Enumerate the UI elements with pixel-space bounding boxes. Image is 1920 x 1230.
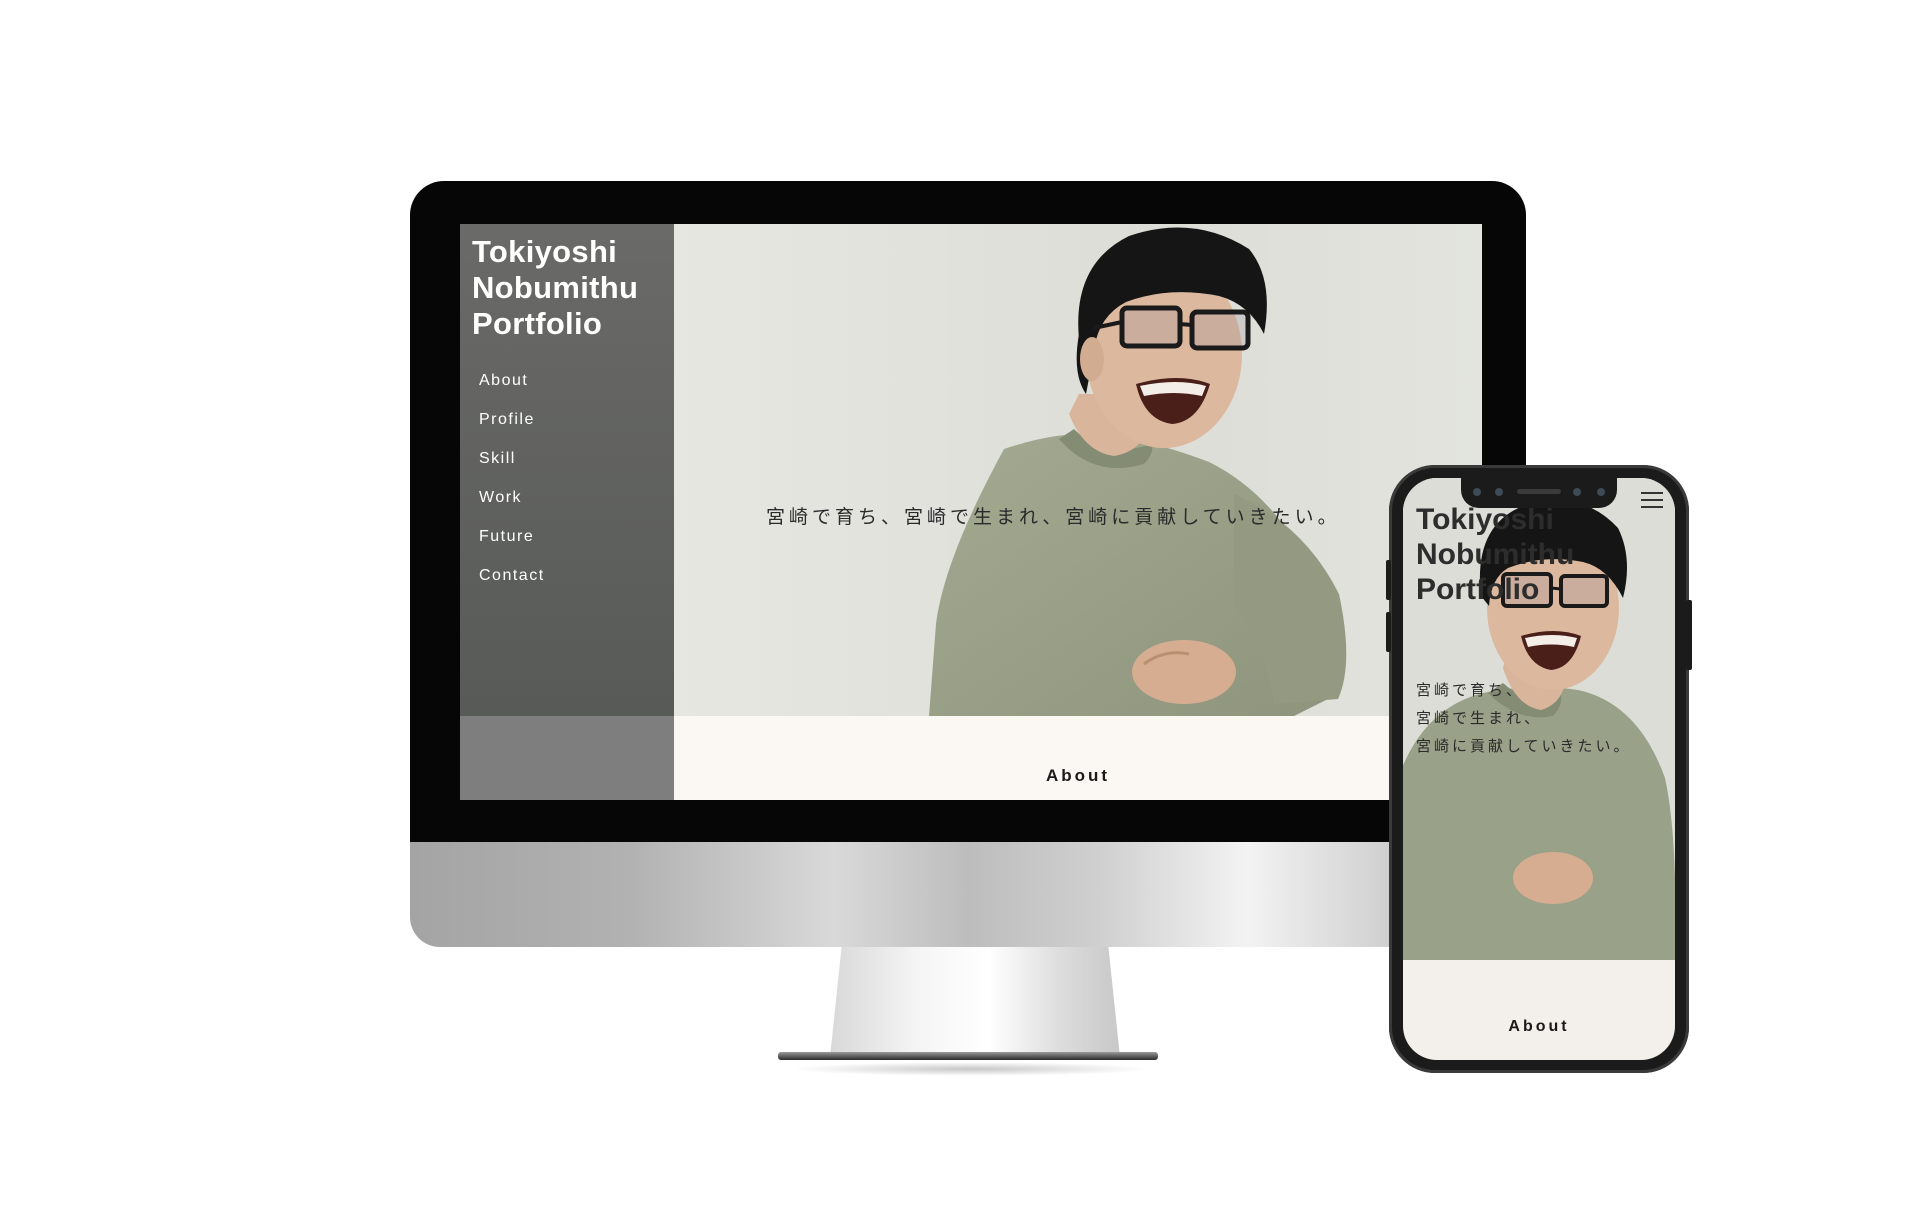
site-title-line: Tokiyoshi <box>472 234 618 269</box>
site-title-line: Portfolio <box>472 306 603 341</box>
mobile-tagline-line: 宮崎で育ち、 <box>1416 681 1525 699</box>
mobile-title-line: Portfolio <box>1416 573 1540 606</box>
nav-item-future[interactable]: Future <box>479 528 545 567</box>
desktop-screen: 宮崎で育ち、宮崎で生まれ、宮崎に貢献していきたい。 Tokiyoshi Nobu… <box>460 224 1482 800</box>
imac-shadow <box>790 1062 1150 1076</box>
hero-tagline: 宮崎で育ち、宮崎で生まれ、宮崎に貢献していきたい。 <box>766 506 1341 528</box>
nav-item-about[interactable]: About <box>479 372 545 411</box>
nav-item-work[interactable]: Work <box>479 489 545 528</box>
mockup-stage: 宮崎で育ち、宮崎で生まれ、宮崎に貢献していきたい。 Tokiyoshi Nobu… <box>0 0 1920 1230</box>
phone-sensor-dot <box>1573 488 1581 496</box>
phone-notch <box>1461 478 1617 508</box>
phone-volume-button <box>1386 560 1391 600</box>
phone-sensor-dot <box>1495 488 1503 496</box>
hero-portrait-photo <box>674 224 1482 716</box>
imac-stand-base <box>778 1052 1158 1060</box>
phone-volume-button <box>1386 612 1391 652</box>
phone-speaker <box>1517 489 1561 494</box>
mobile-about-heading: About <box>1508 1018 1570 1035</box>
sidebar: Tokiyoshi Nobumithu Portfolio About Prof… <box>460 224 674 800</box>
nav-item-contact[interactable]: Contact <box>479 567 545 606</box>
mobile-tagline-line: 宮崎に貢献していきたい。 <box>1416 737 1632 755</box>
site-title[interactable]: Tokiyoshi Nobumithu Portfolio <box>472 234 638 342</box>
phone-camera-dot <box>1597 488 1605 496</box>
about-heading: About <box>1045 766 1111 785</box>
hamburger-menu-icon[interactable] <box>1641 492 1663 508</box>
mobile-tagline: 宮崎で育ち、 宮崎で生まれ、 宮崎に貢献していきたい。 <box>1416 676 1632 760</box>
mobile-hero-section: Tokiyoshi Nobumithu Portfolio 宮崎で育ち、 宮崎で… <box>1403 478 1675 960</box>
about-section: About <box>674 716 1482 800</box>
imac-stand <box>830 947 1120 1057</box>
nav-item-profile[interactable]: Profile <box>479 411 545 450</box>
nav-item-skill[interactable]: Skill <box>479 450 545 489</box>
hero-section: 宮崎で育ち、宮崎で生まれ、宮崎に貢献していきたい。 <box>674 224 1482 716</box>
mobile-title-line: Nobumithu <box>1416 538 1575 571</box>
sidebar-footer-block <box>460 716 674 800</box>
imac-chin <box>410 842 1526 947</box>
mobile-screen: Tokiyoshi Nobumithu Portfolio 宮崎で育ち、 宮崎で… <box>1403 478 1675 1060</box>
phone-sensor-dot <box>1473 488 1481 496</box>
mobile-site-title[interactable]: Tokiyoshi Nobumithu Portfolio <box>1416 502 1574 607</box>
mobile-tagline-line: 宮崎で生まれ、 <box>1416 709 1543 727</box>
phone-side-button <box>1686 600 1692 670</box>
sidebar-nav: About Profile Skill Work Future Contact <box>479 372 545 606</box>
site-title-line: Nobumithu <box>472 270 639 305</box>
